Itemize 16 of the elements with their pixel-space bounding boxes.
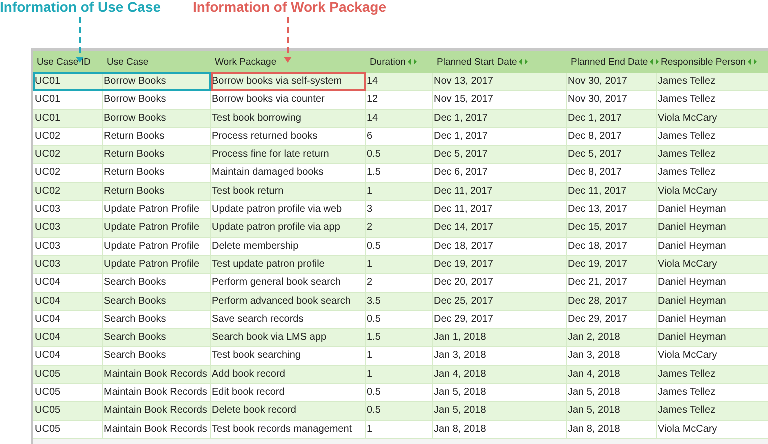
table-cell: Jan 8, 2018: [433, 420, 567, 439]
column-header[interactable]: Work Package: [215, 56, 277, 68]
column-header[interactable]: Planned Start Date: [437, 56, 518, 68]
table-cell: Jan 8, 2018: [567, 420, 657, 439]
table-cell: Maintain Book Records: [103, 420, 211, 439]
column-header[interactable]: Duration: [370, 56, 406, 68]
table-cell: 1: [366, 420, 433, 439]
table-cell: Test book records management: [211, 420, 366, 439]
column-header[interactable]: Responsible Person: [661, 56, 746, 68]
table-cell: UC05: [33, 420, 103, 439]
column-header[interactable]: Planned End Date: [571, 56, 648, 68]
table-cell: Viola McCary: [657, 420, 768, 439]
annotation-label: Information of Work Package: [193, 0, 386, 14]
annotation-label: Information of Use Case: [0, 0, 162, 14]
column-header[interactable]: Use Case ID: [37, 56, 91, 68]
column-header[interactable]: Use Case: [107, 56, 149, 68]
